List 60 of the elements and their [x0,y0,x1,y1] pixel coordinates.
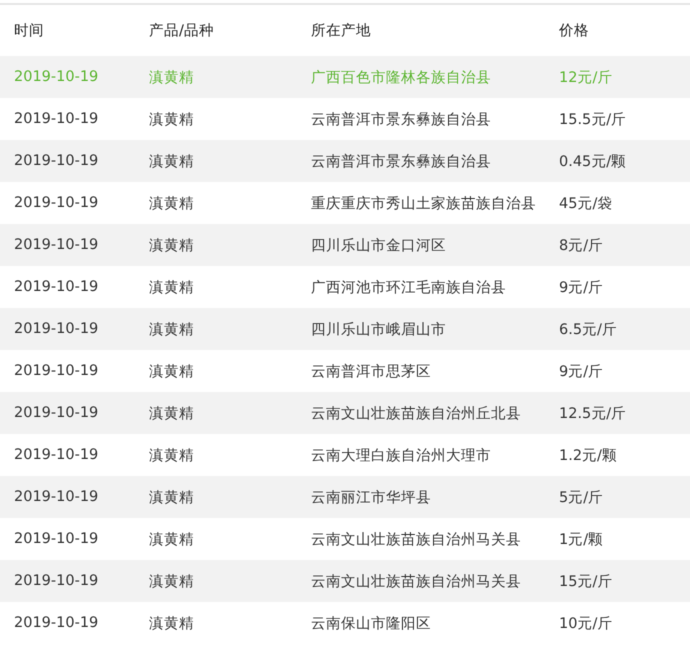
column-header: 时间 [14,22,45,40]
table-cell-text: 2019-10-19 [14,69,100,85]
table-cell-text: 2019-10-19 [14,153,100,169]
table-cell-text: 滇黄精 [149,404,195,422]
table-cell-text: 滇黄精 [149,194,195,212]
column-header: 产品/品种 [149,22,215,40]
table-cell-text: 重庆重庆市秀山土家族苗族自治县 [311,194,537,212]
table-cell-text: 滇黄精 [149,68,195,86]
table-cell-text: 2019-10-19 [14,321,100,337]
table-cell-text: 2019-10-19 [14,615,100,631]
table-cell-text: 5元/斤 [559,488,604,506]
table-cell-text: 云南文山壮族苗族自治州丘北县 [311,404,522,422]
table-cell-text: 6.5元/斤 [559,320,618,338]
table-cell-text: 15.5元/斤 [559,110,628,128]
table-cell-text: 1.2元/颗 [559,446,618,464]
table-cell-text: 滇黄精 [149,152,195,170]
table-cell-text: 滇黄精 [149,278,195,296]
table-cell-text: 云南普洱市思茅区 [311,362,432,380]
table-cell-text: 滇黄精 [149,530,195,548]
table-cell-text: 12元/斤 [559,68,614,86]
table-cell-text: 滇黄精 [149,362,195,380]
table-cell-text: 云南文山壮族苗族自治州马关县 [311,572,522,590]
table-cell-text: 2019-10-19 [14,573,100,589]
table-cell-text: 云南普洱市景东彝族自治县 [311,110,492,128]
table-cell-text: 四川乐山市峨眉山市 [311,320,447,338]
table-cell-text: 云南普洱市景东彝族自治县 [311,152,492,170]
table-cell-text: 2019-10-19 [14,405,100,421]
table-cell-text: 2019-10-19 [14,111,100,127]
column-header: 所在产地 [311,22,372,40]
table-cell-text: 2019-10-19 [14,195,100,211]
table-cell-text: 滇黄精 [149,110,195,128]
table-cell-text: 云南保山市隆阳区 [311,614,432,632]
table-cell-text: 云南丽江市华坪县 [311,488,432,506]
column-header: 价格 [559,22,590,40]
table-cell-text: 2019-10-19 [14,489,100,505]
table-cell-text: 广西河池市环江毛南族自治县 [311,278,507,296]
table-cell-text: 云南文山壮族苗族自治州马关县 [311,530,522,548]
table-cell-text: 滇黄精 [149,236,195,254]
table-cell-text: 2019-10-19 [14,279,100,295]
table-cell-text: 广西百色市隆林各族自治县 [311,68,492,86]
table-cell-text: 12.5元/斤 [559,404,628,422]
table-cell-text: 2019-10-19 [14,363,100,379]
table-cell-text: 0.45元/颗 [559,152,628,170]
table-cell-text: 滇黄精 [149,614,195,632]
table-cell-text: 9元/斤 [559,362,604,380]
table-cell-text: 2019-10-19 [14,531,100,547]
table-cell-text: 云南大理白族自治州大理市 [311,446,492,464]
table-cell-text: 滇黄精 [149,446,195,464]
table-cell-text: 2019-10-19 [14,447,100,463]
table-cell-text: 15元/斤 [559,572,614,590]
table-cell-text: 9元/斤 [559,278,604,296]
table-cell-text: 滇黄精 [149,320,195,338]
table-cell-text: 45元/袋 [559,194,614,212]
table-cell-text: 8元/斤 [559,236,604,254]
table-cell-text: 滇黄精 [149,572,195,590]
table-cell-text: 滇黄精 [149,488,195,506]
table-cell-text: 四川乐山市金口河区 [311,236,447,254]
table-cell-text: 2019-10-19 [14,237,100,253]
table-cell-text: 1元/颗 [559,530,604,548]
table-cell-text: 10元/斤 [559,614,614,632]
